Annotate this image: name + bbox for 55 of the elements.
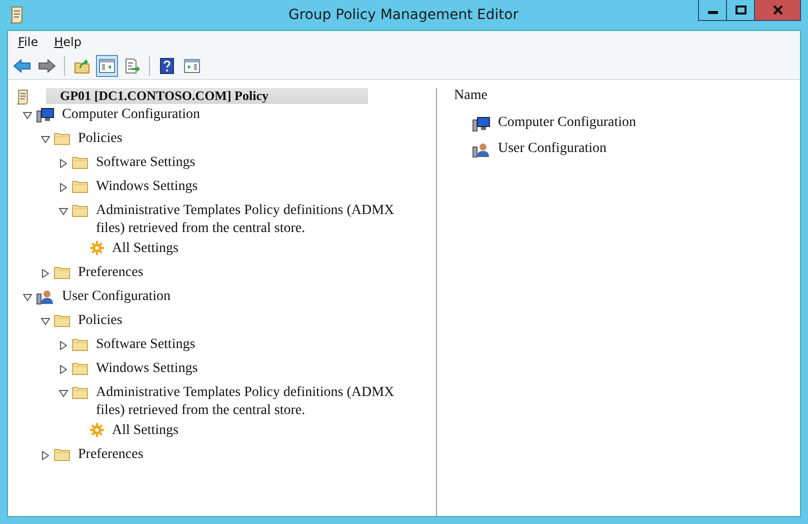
- scroll-icon: [16, 88, 30, 104]
- tree-item[interactable]: Policies: [78, 312, 122, 330]
- close-icon: [772, 5, 784, 15]
- folder-icon: [54, 313, 70, 327]
- gear-icon: [90, 241, 104, 255]
- computer-icon: [36, 107, 54, 123]
- tree-item[interactable]: Software Settings: [96, 336, 196, 354]
- folder-icon: [72, 179, 88, 193]
- user-icon: [36, 289, 54, 305]
- collapse-arrow-icon[interactable]: [58, 208, 68, 214]
- expand-arrow-icon[interactable]: [60, 340, 66, 350]
- expand-arrow-icon[interactable]: [60, 158, 66, 168]
- folder-icon: [54, 447, 70, 461]
- column-header[interactable]: Name: [454, 88, 488, 104]
- user-icon: [472, 142, 490, 158]
- folder-icon: [72, 361, 88, 375]
- folder-icon: [72, 155, 88, 169]
- gear-icon: [90, 423, 104, 437]
- folder-icon: [54, 131, 70, 145]
- tree-item[interactable]: Preferences: [78, 264, 144, 282]
- collapse-arrow-icon[interactable]: [22, 294, 32, 300]
- expand-arrow-icon[interactable]: [42, 268, 48, 278]
- tree-item[interactable]: All Settings: [112, 422, 179, 440]
- tree-item[interactable]: Policies: [78, 130, 122, 148]
- collapse-arrow-icon[interactable]: [40, 318, 50, 324]
- close-button[interactable]: [755, 0, 800, 20]
- expand-arrow-icon[interactable]: [60, 364, 66, 374]
- computer-icon: [472, 116, 490, 132]
- window-title: Group Policy Management Editor: [288, 7, 518, 23]
- collapse-arrow-icon[interactable]: [22, 112, 32, 118]
- folder-icon: [72, 337, 88, 351]
- folder-icon: [72, 203, 88, 217]
- list-item[interactable]: Computer Configuration: [498, 114, 636, 132]
- folder-icon: [72, 385, 88, 399]
- tree-item[interactable]: Administrative Templates Policy definitions (ADMX files) retrieved from the central store.: [96, 202, 421, 238]
- pane-toggle-button[interactable]: [96, 54, 118, 76]
- menu-item[interactable]: File: [12, 34, 44, 50]
- menu-item[interactable]: Help: [48, 34, 88, 50]
- expand-arrow-icon[interactable]: [42, 450, 48, 460]
- maximize-icon: [734, 5, 746, 15]
- tree-item[interactable]: Windows Settings: [96, 178, 198, 196]
- scroll-icon: [9, 6, 25, 24]
- tree-item[interactable]: Software Settings: [96, 154, 196, 172]
- tree-item[interactable]: Administrative Templates Policy definitions (ADMX files) retrieved from the central store.: [96, 384, 421, 420]
- collapse-arrow-icon[interactable]: [40, 136, 50, 142]
- list-item[interactable]: User Configuration: [498, 140, 606, 158]
- collapse-arrow-icon[interactable]: [58, 390, 68, 396]
- tree-item[interactable]: All Settings: [112, 240, 179, 258]
- folder-icon: [54, 265, 70, 279]
- expand-arrow-icon[interactable]: [60, 182, 66, 192]
- tree-root[interactable]: GP01 [DC1.CONTOSO.COM] Policy: [46, 88, 368, 104]
- tree-item[interactable]: Windows Settings: [96, 360, 198, 378]
- tree-item[interactable]: User Configuration: [62, 288, 170, 306]
- tree-item[interactable]: Computer Configuration: [62, 106, 200, 124]
- tree-item[interactable]: Preferences: [78, 446, 144, 464]
